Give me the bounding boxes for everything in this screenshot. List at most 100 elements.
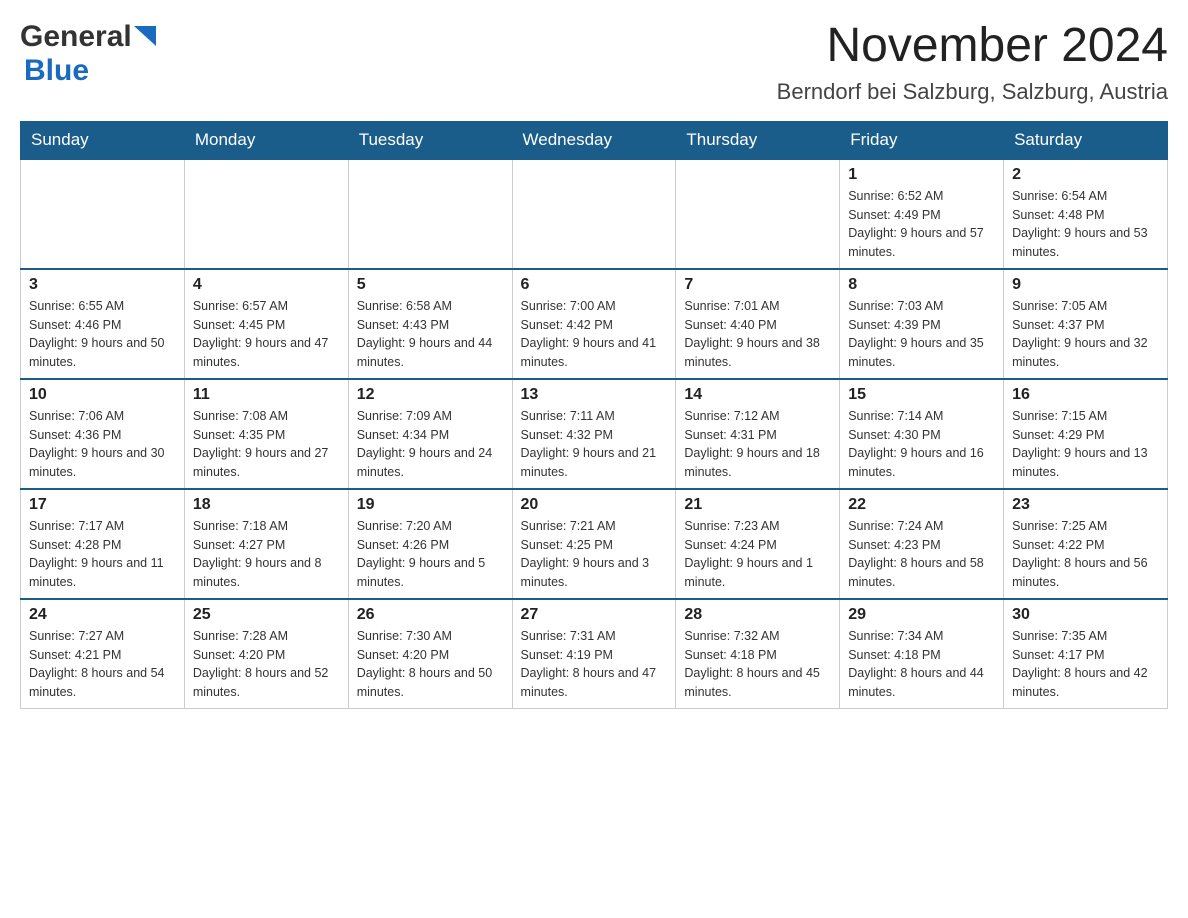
day-number: 26	[357, 606, 504, 624]
day-number: 18	[193, 496, 340, 514]
day-info: Sunrise: 7:18 AMSunset: 4:27 PMDaylight:…	[193, 519, 322, 589]
day-info: Sunrise: 6:54 AMSunset: 4:48 PMDaylight:…	[1012, 189, 1148, 259]
day-info: Sunrise: 7:31 AMSunset: 4:19 PMDaylight:…	[521, 629, 657, 699]
header-wednesday: Wednesday	[512, 121, 676, 159]
logo: General	[20, 20, 158, 54]
table-row: 19 Sunrise: 7:20 AMSunset: 4:26 PMDaylig…	[348, 489, 512, 599]
day-number: 3	[29, 276, 176, 294]
day-number: 5	[357, 276, 504, 294]
page-header: General Blue November 2024 Berndorf bei …	[20, 20, 1168, 105]
day-info: Sunrise: 7:20 AMSunset: 4:26 PMDaylight:…	[357, 519, 486, 589]
table-row	[512, 159, 676, 269]
day-info: Sunrise: 7:34 AMSunset: 4:18 PMDaylight:…	[848, 629, 984, 699]
day-info: Sunrise: 7:09 AMSunset: 4:34 PMDaylight:…	[357, 409, 493, 479]
table-row: 17 Sunrise: 7:17 AMSunset: 4:28 PMDaylig…	[21, 489, 185, 599]
day-number: 13	[521, 386, 668, 404]
table-row: 30 Sunrise: 7:35 AMSunset: 4:17 PMDaylig…	[1004, 599, 1168, 709]
header-sunday: Sunday	[21, 121, 185, 159]
day-number: 12	[357, 386, 504, 404]
day-number: 29	[848, 606, 995, 624]
day-number: 30	[1012, 606, 1159, 624]
day-number: 16	[1012, 386, 1159, 404]
logo-triangle-icon	[134, 26, 156, 54]
table-row: 3 Sunrise: 6:55 AMSunset: 4:46 PMDayligh…	[21, 269, 185, 379]
day-number: 6	[521, 276, 668, 294]
day-info: Sunrise: 7:03 AMSunset: 4:39 PMDaylight:…	[848, 299, 984, 369]
table-row: 29 Sunrise: 7:34 AMSunset: 4:18 PMDaylig…	[840, 599, 1004, 709]
day-info: Sunrise: 6:57 AMSunset: 4:45 PMDaylight:…	[193, 299, 329, 369]
table-row: 20 Sunrise: 7:21 AMSunset: 4:25 PMDaylig…	[512, 489, 676, 599]
day-number: 23	[1012, 496, 1159, 514]
day-number: 2	[1012, 166, 1159, 184]
table-row: 21 Sunrise: 7:23 AMSunset: 4:24 PMDaylig…	[676, 489, 840, 599]
header-thursday: Thursday	[676, 121, 840, 159]
day-number: 10	[29, 386, 176, 404]
day-info: Sunrise: 7:14 AMSunset: 4:30 PMDaylight:…	[848, 409, 984, 479]
calendar-week-row: 1 Sunrise: 6:52 AMSunset: 4:49 PMDayligh…	[21, 159, 1168, 269]
logo-general-text: General	[20, 20, 132, 54]
day-number: 25	[193, 606, 340, 624]
location-subtitle: Berndorf bei Salzburg, Salzburg, Austria	[777, 79, 1168, 105]
logo-area: General Blue	[20, 20, 158, 88]
day-info: Sunrise: 7:21 AMSunset: 4:25 PMDaylight:…	[521, 519, 650, 589]
table-row: 24 Sunrise: 7:27 AMSunset: 4:21 PMDaylig…	[21, 599, 185, 709]
table-row: 1 Sunrise: 6:52 AMSunset: 4:49 PMDayligh…	[840, 159, 1004, 269]
day-info: Sunrise: 7:00 AMSunset: 4:42 PMDaylight:…	[521, 299, 657, 369]
header-friday: Friday	[840, 121, 1004, 159]
weekday-header-row: Sunday Monday Tuesday Wednesday Thursday…	[21, 121, 1168, 159]
day-number: 19	[357, 496, 504, 514]
table-row	[676, 159, 840, 269]
day-number: 15	[848, 386, 995, 404]
day-number: 4	[193, 276, 340, 294]
day-number: 27	[521, 606, 668, 624]
table-row: 26 Sunrise: 7:30 AMSunset: 4:20 PMDaylig…	[348, 599, 512, 709]
day-info: Sunrise: 7:24 AMSunset: 4:23 PMDaylight:…	[848, 519, 984, 589]
day-number: 28	[684, 606, 831, 624]
table-row: 12 Sunrise: 7:09 AMSunset: 4:34 PMDaylig…	[348, 379, 512, 489]
day-number: 11	[193, 386, 340, 404]
day-info: Sunrise: 6:52 AMSunset: 4:49 PMDaylight:…	[848, 189, 984, 259]
day-number: 8	[848, 276, 995, 294]
calendar-body: 1 Sunrise: 6:52 AMSunset: 4:49 PMDayligh…	[21, 159, 1168, 709]
table-row: 9 Sunrise: 7:05 AMSunset: 4:37 PMDayligh…	[1004, 269, 1168, 379]
day-info: Sunrise: 7:11 AMSunset: 4:32 PMDaylight:…	[521, 409, 657, 479]
table-row: 11 Sunrise: 7:08 AMSunset: 4:35 PMDaylig…	[184, 379, 348, 489]
header-monday: Monday	[184, 121, 348, 159]
day-number: 17	[29, 496, 176, 514]
day-info: Sunrise: 7:25 AMSunset: 4:22 PMDaylight:…	[1012, 519, 1148, 589]
day-info: Sunrise: 6:58 AMSunset: 4:43 PMDaylight:…	[357, 299, 493, 369]
header-saturday: Saturday	[1004, 121, 1168, 159]
day-info: Sunrise: 7:23 AMSunset: 4:24 PMDaylight:…	[684, 519, 813, 589]
table-row: 8 Sunrise: 7:03 AMSunset: 4:39 PMDayligh…	[840, 269, 1004, 379]
header-tuesday: Tuesday	[348, 121, 512, 159]
table-row: 4 Sunrise: 6:57 AMSunset: 4:45 PMDayligh…	[184, 269, 348, 379]
table-row: 14 Sunrise: 7:12 AMSunset: 4:31 PMDaylig…	[676, 379, 840, 489]
table-row: 15 Sunrise: 7:14 AMSunset: 4:30 PMDaylig…	[840, 379, 1004, 489]
table-row: 27 Sunrise: 7:31 AMSunset: 4:19 PMDaylig…	[512, 599, 676, 709]
table-row	[21, 159, 185, 269]
day-number: 21	[684, 496, 831, 514]
logo-blue-text: Blue	[24, 54, 89, 87]
month-year-title: November 2024	[777, 20, 1168, 73]
table-row: 18 Sunrise: 7:18 AMSunset: 4:27 PMDaylig…	[184, 489, 348, 599]
day-info: Sunrise: 7:08 AMSunset: 4:35 PMDaylight:…	[193, 409, 329, 479]
day-number: 1	[848, 166, 995, 184]
day-info: Sunrise: 7:30 AMSunset: 4:20 PMDaylight:…	[357, 629, 493, 699]
day-info: Sunrise: 7:27 AMSunset: 4:21 PMDaylight:…	[29, 629, 165, 699]
day-info: Sunrise: 7:01 AMSunset: 4:40 PMDaylight:…	[684, 299, 820, 369]
table-row	[184, 159, 348, 269]
table-row: 23 Sunrise: 7:25 AMSunset: 4:22 PMDaylig…	[1004, 489, 1168, 599]
table-row	[348, 159, 512, 269]
table-row: 25 Sunrise: 7:28 AMSunset: 4:20 PMDaylig…	[184, 599, 348, 709]
day-info: Sunrise: 7:32 AMSunset: 4:18 PMDaylight:…	[684, 629, 820, 699]
calendar-table: Sunday Monday Tuesday Wednesday Thursday…	[20, 121, 1168, 710]
table-row: 16 Sunrise: 7:15 AMSunset: 4:29 PMDaylig…	[1004, 379, 1168, 489]
day-info: Sunrise: 7:12 AMSunset: 4:31 PMDaylight:…	[684, 409, 820, 479]
table-row: 5 Sunrise: 6:58 AMSunset: 4:43 PMDayligh…	[348, 269, 512, 379]
day-info: Sunrise: 7:28 AMSunset: 4:20 PMDaylight:…	[193, 629, 329, 699]
table-row: 6 Sunrise: 7:00 AMSunset: 4:42 PMDayligh…	[512, 269, 676, 379]
day-number: 14	[684, 386, 831, 404]
table-row: 22 Sunrise: 7:24 AMSunset: 4:23 PMDaylig…	[840, 489, 1004, 599]
day-number: 9	[1012, 276, 1159, 294]
table-row: 28 Sunrise: 7:32 AMSunset: 4:18 PMDaylig…	[676, 599, 840, 709]
